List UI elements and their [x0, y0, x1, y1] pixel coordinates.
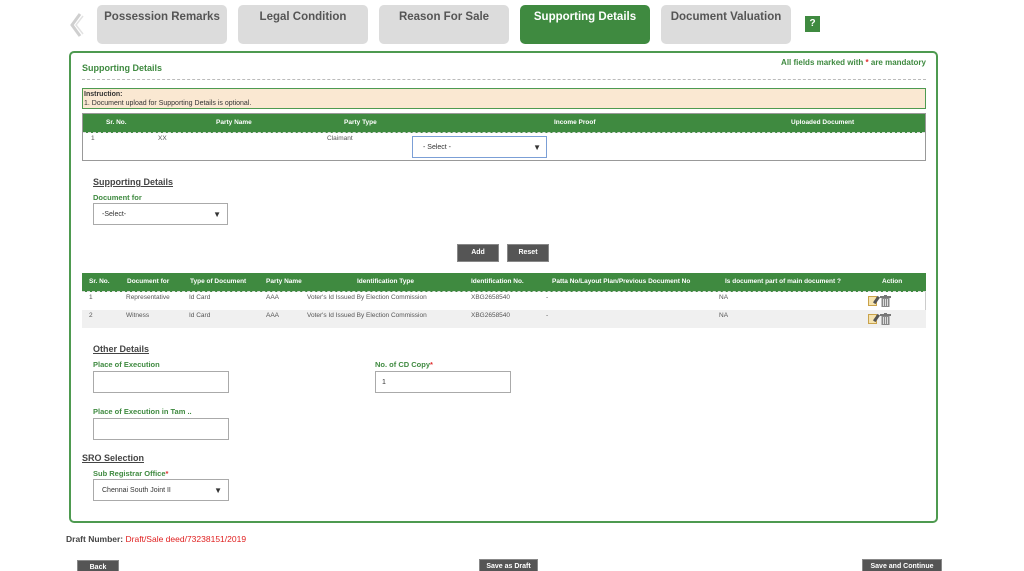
cell-patta-no: -: [546, 294, 549, 301]
table-row: 2 Witness Id Card AAA Voter's Id Issued …: [82, 310, 926, 328]
header-type-of-document: Type of Document: [190, 278, 247, 285]
draft-number: Draft Number: Draft/Sale deed/73238151/2…: [66, 534, 246, 544]
header-uploaded-document: Uploaded Document: [791, 119, 855, 126]
income-proof-value: - Select -: [423, 144, 452, 151]
header-document-for: Document for: [127, 278, 170, 285]
cell-part-of-main: NA: [719, 294, 729, 301]
place-of-execution-tamil-input[interactable]: [93, 418, 229, 440]
draft-number-value: Draft/Sale deed/73238151/2019: [125, 534, 247, 544]
supporting-details-heading: Supporting Details: [93, 177, 174, 187]
place-of-execution-tamil-label: Place of Execution in Tam ..: [93, 407, 192, 416]
delete-icon[interactable]: [880, 295, 891, 307]
sub-registrar-office-label: Sub Registrar Office*: [93, 469, 168, 478]
sub-registrar-office-value: Chennai South Joint II: [102, 487, 171, 494]
place-of-execution-input[interactable]: [93, 371, 229, 393]
cell-type-of-document: Id Card: [189, 294, 211, 301]
cell-identification-no: XBG2658540: [471, 294, 511, 301]
header-patta-no: Patta No/Layout Plan/Previous Document N…: [552, 278, 691, 285]
panel-title: Supporting Details: [82, 63, 163, 73]
save-as-draft-button[interactable]: Save as Draft: [479, 559, 538, 571]
document-for-value: -Select-: [102, 211, 127, 218]
save-and-continue-button[interactable]: Save and Continue: [862, 559, 942, 571]
header-income-proof: Income Proof: [554, 119, 596, 126]
cell-type-of-document: Id Card: [189, 312, 211, 319]
draft-number-label: Draft Number:: [66, 534, 124, 544]
help-button[interactable]: ?: [805, 16, 820, 32]
sub-registrar-office-label-text: Sub Registrar Office: [93, 469, 166, 478]
header-sr-no: Sr. No.: [89, 278, 110, 285]
cd-copy-input[interactable]: 1: [375, 371, 511, 393]
document-for-select[interactable]: -Select- ▼: [93, 203, 228, 225]
income-proof-select[interactable]: - Select - ▼: [412, 136, 547, 158]
place-of-execution-label: Place of Execution: [93, 360, 160, 369]
edit-icon[interactable]: [868, 314, 877, 324]
cd-copy-label: No. of CD Copy*: [375, 360, 433, 369]
page: Possession Remarks Legal Condition Reaso…: [0, 0, 1024, 571]
divider: [82, 79, 926, 80]
header-party-name: Party Name: [266, 278, 302, 285]
header-part-of-main: Is document part of main document ?: [725, 278, 841, 285]
documents-table: Sr. No. Document for Type of Document Pa…: [82, 273, 926, 328]
edit-icon[interactable]: [868, 296, 877, 306]
sro-selection-heading: SRO Selection: [82, 453, 145, 463]
tab-reason-for-sale[interactable]: Reason For Sale: [379, 5, 509, 44]
instruction-text: 1. Document upload for Supporting Detail…: [84, 100, 252, 107]
cell-identification-type: Voter's Id Issued By Election Commission: [307, 312, 427, 319]
header-party-name: Party Name: [216, 119, 252, 126]
other-details-heading: Other Details: [93, 344, 150, 354]
documents-table-header: Sr. No. Document for Type of Document Pa…: [82, 273, 926, 292]
cell-document-for: Witness: [126, 312, 150, 319]
header-party-type: Party Type: [344, 119, 377, 126]
delete-icon[interactable]: [880, 313, 891, 325]
tab-supporting-details[interactable]: Supporting Details: [520, 5, 650, 44]
party-table: Sr. No. Party Name Party Type Income Pro…: [82, 113, 926, 161]
cell-part-of-main: NA: [719, 312, 729, 319]
cell-party-name: AAA: [266, 312, 280, 319]
supporting-details-panel: Supporting Details All fields marked wit…: [69, 51, 938, 523]
cd-copy-label-text: No. of CD Copy: [375, 360, 430, 369]
header-sr-no: Sr. No.: [106, 119, 127, 126]
cell-sr-no: 1: [89, 294, 93, 301]
tab-legal-condition[interactable]: Legal Condition: [238, 5, 368, 44]
previous-tabs-chevron-icon[interactable]: [67, 12, 87, 38]
cell-party-type: Claimant: [327, 135, 353, 142]
mandatory-note: All fields marked with * are mandatory: [781, 58, 926, 67]
tab-document-valuation[interactable]: Document Valuation: [661, 5, 791, 44]
cell-party-name: XX: [158, 135, 167, 142]
tab-possession-remarks[interactable]: Possession Remarks: [97, 5, 227, 44]
required-star: *: [165, 469, 169, 478]
cell-document-for: Representative: [126, 294, 170, 301]
header-identification-no: Identification No.: [471, 278, 524, 285]
chevron-down-icon: ▼: [213, 210, 221, 219]
chevron-down-icon: ▼: [214, 486, 222, 495]
table-row: 1 XX Claimant - Select - ▼: [83, 133, 925, 160]
add-button[interactable]: Add: [457, 244, 499, 262]
cell-sr-no: 1: [91, 135, 95, 142]
sub-registrar-office-select[interactable]: Chennai South Joint II ▼: [93, 479, 229, 501]
mandatory-note-suffix: are mandatory: [868, 58, 926, 67]
required-star: *: [430, 360, 433, 369]
cell-sr-no: 2: [89, 312, 93, 319]
back-button[interactable]: Back: [77, 560, 119, 571]
cell-patta-no: -: [546, 312, 549, 319]
instruction-box: Instruction: 1. Document upload for Supp…: [82, 88, 926, 109]
party-table-header: Sr. No. Party Name Party Type Income Pro…: [83, 114, 925, 133]
instruction-title: Instruction:: [84, 91, 123, 98]
cell-party-name: AAA: [266, 294, 280, 301]
header-identification-type: Identification Type: [357, 278, 414, 285]
document-for-label: Document for: [93, 193, 142, 202]
chevron-down-icon: ▼: [533, 143, 541, 152]
mandatory-note-prefix: All fields marked with: [781, 58, 866, 67]
cell-identification-type: Voter's Id Issued By Election Commission: [307, 294, 427, 301]
cell-identification-no: XBG2658540: [471, 312, 511, 319]
header-action: Action: [882, 278, 903, 285]
table-row: 1 Representative Id Card AAA Voter's Id …: [82, 292, 926, 310]
reset-button[interactable]: Reset: [507, 244, 549, 262]
